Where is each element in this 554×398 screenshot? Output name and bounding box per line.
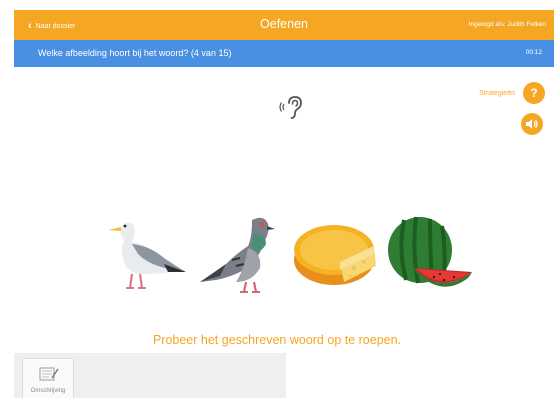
notepad-icon (39, 367, 59, 381)
top-bar: ‹ Naar dossier Oefenen Ingelogd als: Jud… (14, 10, 554, 40)
description-tool-button[interactable]: Omschrijving (22, 358, 74, 398)
seagull-image (108, 222, 186, 289)
speaker-icon (526, 119, 538, 129)
watermelon-image (388, 216, 472, 287)
pigeon-image (200, 217, 275, 293)
help-button[interactable]: ? (523, 82, 545, 104)
question-text: Welke afbeelding hoort bij het woord? (4… (38, 48, 232, 58)
instruction-text: Probeer het geschreven woord op te roepe… (152, 333, 402, 347)
option-cheese[interactable] (292, 220, 378, 288)
option-seagull[interactable] (98, 214, 190, 294)
sound-button[interactable] (521, 113, 543, 135)
question-bar: Welke afbeelding hoort bij het woord? (4… (14, 40, 554, 67)
cheese-image (294, 225, 376, 285)
option-pigeon[interactable] (196, 212, 278, 298)
listen-button[interactable] (278, 94, 306, 122)
timer: 00:12 (525, 49, 542, 56)
question-icon: ? (530, 86, 538, 100)
option-watermelon[interactable] (384, 214, 476, 296)
tool-label: Omschrijving (30, 388, 66, 394)
strategy-label[interactable]: Strategieën (479, 90, 515, 97)
strategy-control[interactable]: Strategieën ? (430, 82, 554, 106)
logged-in-user: Ingelogd als: Judith Felken (468, 21, 546, 28)
ear-icon (279, 96, 302, 119)
